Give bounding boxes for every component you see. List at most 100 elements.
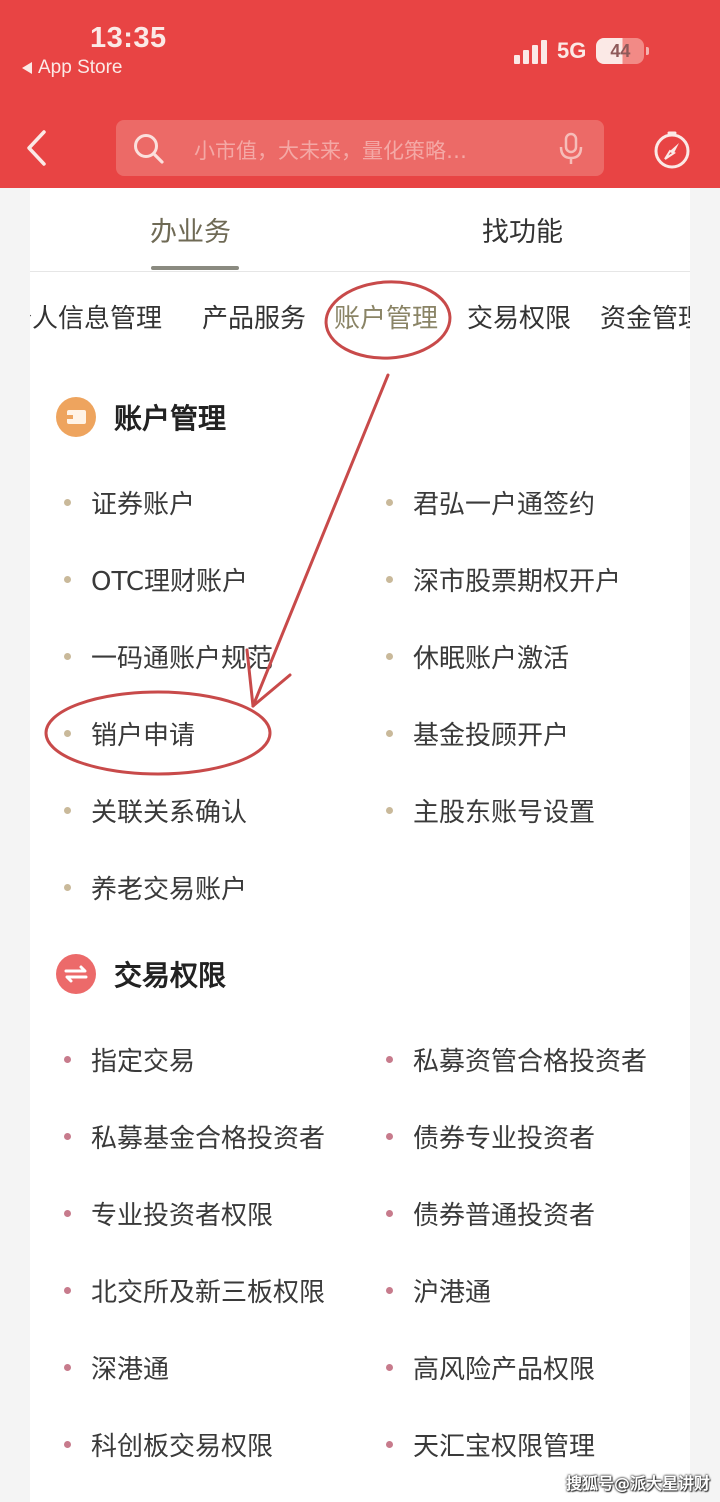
section-title: 交易权限 (114, 959, 227, 992)
item-label: 高风险产品权限 (413, 1355, 596, 1385)
item-label: 科创板交易权限 (91, 1432, 274, 1462)
back-app-label: App Store (38, 57, 123, 78)
menu-item-private-fund-investor[interactable]: 私募基金合格投资者 (64, 1118, 325, 1155)
category-account-management[interactable]: 账户管理 (334, 298, 438, 335)
menu-item-designated-trade[interactable]: 指定交易 (64, 1041, 195, 1078)
bullet (386, 1210, 393, 1217)
bullet (64, 1287, 71, 1294)
status-indicators: 5G 44 (514, 38, 650, 64)
bullet (64, 576, 71, 583)
menu-item-yima-tong[interactable]: 一码通账户规范 (64, 638, 273, 675)
menu-item-star-market-permission[interactable]: 科创板交易权限 (64, 1426, 273, 1463)
menu-item-sz-option-account[interactable]: 深市股票期权开户 (386, 561, 621, 598)
item-label: 一码通账户规范 (91, 644, 274, 674)
app-header: 13:35 App Store 5G 44 小市值，大未来，量化策略… (0, 0, 720, 188)
menu-item-dormant-activate[interactable]: 休眠账户激活 (386, 638, 569, 675)
menu-item-one-account-sign[interactable]: 君弘一户通签约 (386, 484, 595, 521)
item-label: 深市股票期权开户 (413, 567, 622, 597)
back-to-app-store[interactable]: App Store (22, 57, 123, 79)
content-card: 办业务 找功能 个人信息管理 产品服务 账户管理 交易权限 资金管理 账户管理 … (30, 188, 690, 1502)
menu-item-pro-investor-permission[interactable]: 专业投资者权限 (64, 1195, 273, 1232)
menu-item-sh-hk-connect[interactable]: 沪港通 (386, 1272, 491, 1309)
menu-item-otc-account[interactable]: OTC理财账户 (64, 561, 248, 598)
menu-item-tianhuibao-permission[interactable]: 天汇宝权限管理 (386, 1426, 595, 1463)
category-personal-info[interactable]: 个人信息管理 (30, 298, 162, 335)
tab-zhao-gong-neng[interactable]: 找功能 (482, 210, 563, 249)
signal-icon (514, 38, 547, 64)
chevron-left-icon[interactable] (24, 128, 48, 168)
menu-item-main-shareholder[interactable]: 主股东账号设置 (386, 792, 595, 829)
menu-item-sz-hk-connect[interactable]: 深港通 (64, 1349, 169, 1386)
item-label: 养老交易账户 (91, 875, 248, 905)
battery-level: 44 (610, 40, 631, 61)
bullet (64, 653, 71, 660)
bullet (64, 1056, 71, 1063)
bullet (386, 653, 393, 660)
category-trade-permission[interactable]: 交易权限 (467, 298, 571, 335)
section-account-management-header: 账户管理 (56, 397, 226, 437)
bullet (64, 1210, 71, 1217)
item-label: 北交所及新三板权限 (91, 1278, 326, 1308)
item-label: 债券专业投资者 (413, 1124, 596, 1154)
menu-item-securities-account[interactable]: 证券账户 (64, 484, 195, 521)
bullet (386, 576, 393, 583)
tabs-divider (30, 271, 690, 272)
bullet (64, 807, 71, 814)
network-type: 5G (557, 38, 587, 63)
item-label: 天汇宝权限管理 (413, 1432, 596, 1462)
item-label: 私募资管合格投资者 (413, 1047, 648, 1077)
tab-ban-ye-wu[interactable]: 办业务 (150, 210, 231, 249)
item-label: 指定交易 (91, 1047, 196, 1077)
bullet (386, 1287, 393, 1294)
bullet (64, 499, 71, 506)
bullet (386, 499, 393, 506)
bullet (386, 1133, 393, 1140)
section-title: 账户管理 (114, 402, 227, 435)
bullet (386, 1056, 393, 1063)
section-trade-permission-header: 交易权限 (56, 954, 226, 994)
item-label: 债券普通投资者 (413, 1201, 596, 1231)
menu-item-fund-advisory-account[interactable]: 基金投顾开户 (386, 715, 569, 752)
item-label: 深港通 (91, 1355, 170, 1385)
item-label: 主股东账号设置 (413, 798, 596, 828)
item-label: 私募基金合格投资者 (91, 1124, 326, 1154)
microphone-icon[interactable] (558, 132, 584, 166)
watermark: 搜狐号@派大星讲财 (566, 1474, 711, 1493)
bullet (386, 1441, 393, 1448)
item-label: 休眠账户激活 (413, 644, 570, 674)
bullet (64, 1441, 71, 1448)
item-label: 专业投资者权限 (91, 1201, 274, 1231)
category-scroller[interactable]: 个人信息管理 产品服务 账户管理 交易权限 资金管理 (30, 298, 690, 340)
item-label: 证券账户 (91, 490, 196, 520)
item-label: 君弘一户通签约 (413, 490, 596, 520)
bullet (64, 730, 71, 737)
battery-icon: 44 (596, 38, 650, 64)
tab-bar: 办业务 找功能 (30, 188, 690, 272)
item-label: 销户申请 (91, 721, 196, 751)
menu-item-pension-account[interactable]: 养老交易账户 (64, 869, 247, 906)
menu-item-private-am-investor[interactable]: 私募资管合格投资者 (386, 1041, 647, 1078)
wallet-icon (56, 397, 96, 437)
bullet (386, 807, 393, 814)
bullet (64, 884, 71, 891)
active-tab-indicator (151, 266, 239, 270)
bullet (386, 1364, 393, 1371)
menu-item-related-confirm[interactable]: 关联关系确认 (64, 792, 247, 829)
menu-item-bond-normal-investor[interactable]: 债券普通投资者 (386, 1195, 595, 1232)
bullet (64, 1133, 71, 1140)
compass-icon[interactable] (652, 130, 692, 170)
item-label: 沪港通 (413, 1278, 492, 1308)
exchange-icon (56, 954, 96, 994)
menu-item-bond-pro-investor[interactable]: 债券专业投资者 (386, 1118, 595, 1155)
back-triangle-icon (22, 62, 32, 74)
item-label: 基金投顾开户 (413, 721, 570, 751)
item-label: 关联关系确认 (91, 798, 248, 828)
search-icon (134, 134, 164, 164)
search-input[interactable]: 小市值，大未来，量化策略… (116, 120, 604, 176)
menu-item-close-account[interactable]: 销户申请 (64, 715, 195, 752)
item-label: OTC理财账户 (91, 567, 248, 597)
menu-item-bse-neeq-permission[interactable]: 北交所及新三板权限 (64, 1272, 325, 1309)
menu-item-high-risk-permission[interactable]: 高风险产品权限 (386, 1349, 595, 1386)
category-fund-management[interactable]: 资金管理 (600, 298, 690, 335)
category-product-service[interactable]: 产品服务 (202, 298, 306, 335)
